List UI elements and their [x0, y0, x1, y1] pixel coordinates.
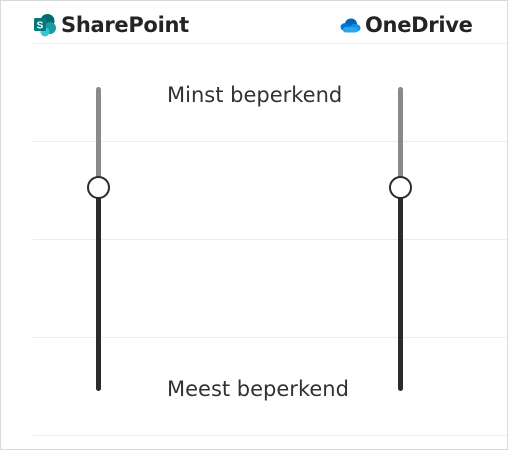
onedrive-header: OneDrive [339, 13, 473, 37]
sensitivity-slider-panel: S SharePoint OneDrive Minst beperkend Me… [0, 0, 508, 450]
svg-text:S: S [37, 21, 44, 32]
least-restrictive-label: Minst beperkend [167, 83, 343, 107]
most-restrictive-label: Meest beperkend [167, 377, 349, 401]
onedrive-sharing-slider[interactable] [385, 87, 415, 391]
sharepoint-title: SharePoint [61, 13, 189, 37]
slider-track-inactive [96, 87, 101, 188]
onedrive-title: OneDrive [365, 13, 473, 37]
slider-track-active [96, 187, 101, 391]
slider-thumb[interactable] [87, 175, 110, 199]
slider-thumb[interactable] [389, 175, 412, 199]
sharepoint-logo-icon: S [34, 14, 56, 37]
divider-line [33, 43, 507, 44]
slider-track-inactive [398, 87, 403, 188]
onedrive-cloud-icon [340, 18, 361, 33]
sharepoint-sharing-slider[interactable] [83, 87, 113, 391]
slider-track-active [398, 187, 403, 391]
divider-line [33, 435, 507, 436]
sharepoint-header: S SharePoint [33, 13, 189, 37]
